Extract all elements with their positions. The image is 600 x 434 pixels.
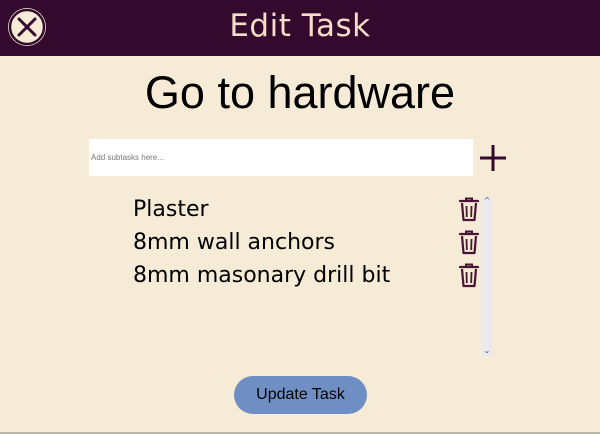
update-task-button[interactable]: Update Task [234, 376, 367, 414]
task-title: Go to hardware [144, 67, 456, 118]
list-item: 8mm masonary drill bit [124, 260, 482, 292]
list-item: 8mm wall anchors [124, 227, 482, 259]
subtask-label: 8mm wall anchors [133, 230, 335, 255]
delete-subtask-button[interactable] [458, 262, 480, 288]
trash-icon [458, 263, 480, 288]
plus-icon [480, 145, 506, 171]
chevron-down-icon[interactable]: ⌄ [483, 347, 491, 355]
trash-icon [458, 197, 480, 222]
header-bar: Edit Task [0, 0, 600, 56]
header-title: Edit Task [229, 8, 371, 44]
chevron-up-icon[interactable]: ^ [483, 197, 491, 205]
edit-task-screen: Edit Task Go to hardware Plaster 8mm wa [0, 0, 600, 434]
delete-subtask-button[interactable] [458, 229, 480, 255]
subtask-label: Plaster [133, 197, 209, 222]
subtask-input[interactable] [89, 139, 473, 176]
subtask-scrollbar[interactable]: ^ ⌄ [482, 196, 492, 356]
add-subtask-button[interactable] [478, 143, 508, 173]
subtask-list: Plaster 8mm wall anchors 8mm masonary dr… [124, 194, 494, 356]
trash-icon [458, 230, 480, 255]
list-item: Plaster [124, 194, 482, 226]
delete-subtask-button[interactable] [458, 196, 480, 222]
subtask-label: 8mm masonary drill bit [133, 263, 391, 288]
